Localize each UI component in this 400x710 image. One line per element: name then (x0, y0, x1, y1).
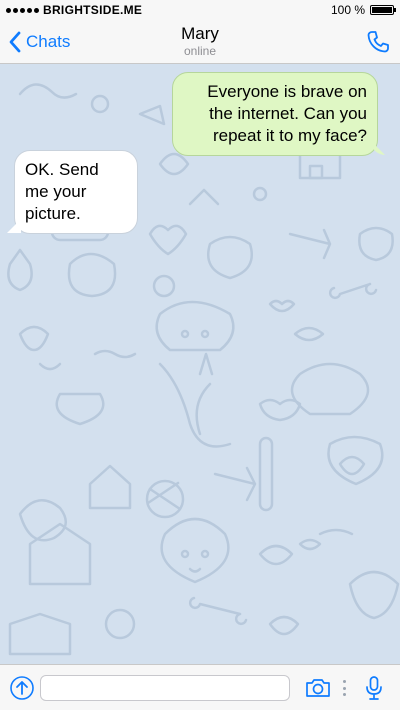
attach-icon (10, 676, 34, 700)
status-bar: BRIGHTSIDE.ME 100 % (0, 0, 400, 20)
message-input-bar (0, 664, 400, 710)
contact-status: online (183, 44, 217, 58)
outgoing-message-text: Everyone is brave on the internet. Can y… (207, 82, 367, 145)
phone-icon (367, 31, 389, 53)
battery-fill (372, 7, 392, 13)
microphone-icon (366, 676, 382, 700)
nav-bar: Chats Mary online (0, 20, 400, 64)
chat-header: Mary online (0, 24, 400, 58)
camera-icon (306, 679, 330, 697)
chat-area[interactable]: Everyone is brave on the internet. Can y… (0, 64, 400, 664)
camera-button[interactable] (304, 674, 332, 702)
outgoing-message-bubble[interactable]: Everyone is brave on the internet. Can y… (172, 72, 378, 156)
call-button[interactable] (364, 28, 392, 56)
status-left: BRIGHTSIDE.ME (6, 3, 142, 17)
incoming-message-text: OK. Send me your picture. (25, 160, 99, 223)
carrier-name: BRIGHTSIDE.ME (43, 3, 143, 17)
message-input[interactable] (40, 675, 290, 701)
microphone-button[interactable] (360, 674, 388, 702)
contact-name: Mary (181, 24, 219, 43)
battery-percentage: 100 % (330, 3, 365, 17)
attach-button[interactable] (8, 674, 36, 702)
incoming-message-bubble[interactable]: OK. Send me your picture. (14, 150, 138, 234)
status-right: 100 % (330, 3, 396, 17)
battery-icon (370, 5, 396, 15)
signal-strength-icon (6, 7, 39, 13)
more-vertical-icon[interactable] (342, 680, 346, 696)
